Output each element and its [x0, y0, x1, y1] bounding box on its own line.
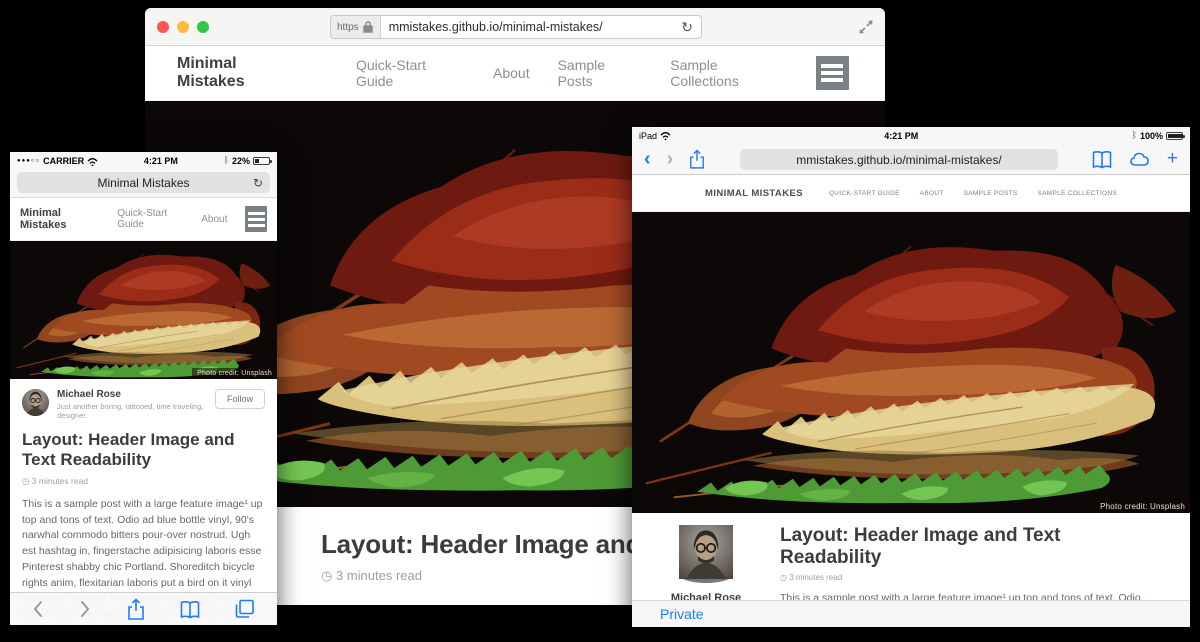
- lock-icon: [362, 21, 374, 33]
- url-text: mmistakes.github.io/minimal-mistakes/: [381, 20, 674, 34]
- author-name: Michael Rose: [632, 592, 780, 600]
- signal-dots-icon: ●●●○○: [17, 158, 40, 164]
- battery-percent: 22%: [232, 156, 250, 166]
- iphone-hero-image: Photo credit: Unsplash: [10, 241, 277, 379]
- composite-stage: https mmistakes.github.io/minimal-mistak…: [0, 0, 1200, 642]
- desktop-titlebar: https mmistakes.github.io/minimal-mistak…: [145, 8, 885, 46]
- status-time: 4:21 PM: [98, 156, 223, 166]
- private-browsing-bar: Private: [632, 600, 1190, 627]
- tabs-icon[interactable]: [235, 599, 255, 619]
- nav-link-sample-collections[interactable]: Sample Collections: [670, 57, 787, 89]
- author-card: Michael Rose Just another boring, tattoo…: [22, 389, 265, 420]
- bluetooth-icon: ᛒ: [224, 156, 229, 166]
- share-icon[interactable]: [689, 149, 705, 169]
- nav-link-sample-collections[interactable]: SAMPLE COLLECTIONS: [1038, 190, 1117, 197]
- share-icon[interactable]: [127, 598, 145, 620]
- wifi-icon: [660, 131, 671, 140]
- ipad-address-bar[interactable]: mmistakes.github.io/minimal-mistakes/: [740, 149, 1058, 170]
- desktop-site-nav: Minimal Mistakes Quick-Start Guide About…: [145, 46, 885, 101]
- nav-link-sample-posts[interactable]: Sample Posts: [558, 57, 643, 89]
- back-icon[interactable]: ‹: [644, 149, 651, 169]
- leaves-photo: [10, 241, 277, 379]
- battery-percent: 100%: [1140, 131, 1163, 141]
- new-tab-icon[interactable]: +: [1167, 148, 1178, 170]
- clock-icon: ◷: [22, 476, 29, 486]
- bookmarks-icon[interactable]: [1092, 150, 1112, 169]
- nav-link-about[interactable]: About: [493, 65, 530, 81]
- iphone-site-nav: Minimal Mistakes Quick-Start Guide About: [10, 198, 277, 241]
- ipad-site-nav: MINIMAL MISTAKES QUICK-START GUIDE ABOUT…: [632, 175, 1190, 212]
- address-bar[interactable]: https mmistakes.github.io/minimal-mistak…: [330, 15, 702, 39]
- private-button[interactable]: Private: [660, 606, 704, 622]
- read-time: 3 minutes read: [336, 568, 422, 583]
- iphone-address-bar[interactable]: Minimal Mistakes ↻: [17, 172, 270, 193]
- minimize-window-button[interactable]: [177, 21, 189, 33]
- back-icon[interactable]: [32, 600, 44, 618]
- reload-icon[interactable]: ↻: [673, 19, 701, 36]
- forward-icon[interactable]: [79, 600, 91, 618]
- post-title: Layout: Header Image and Text Readabilit…: [780, 525, 1154, 569]
- post-main: Layout: Header Image and Text Readabilit…: [780, 525, 1190, 600]
- nav-link-quick-start[interactable]: Quick-Start Guide: [356, 57, 465, 89]
- bluetooth-icon: ᛒ: [1132, 131, 1137, 141]
- iphone-safari-screenshot: ●●●○○ CARRIER 4:21 PM ᛒ 22% Minimal Mist…: [10, 152, 277, 625]
- nav-link-about[interactable]: ABOUT: [920, 190, 944, 197]
- url-text: mmistakes.github.io/minimal-mistakes/: [796, 153, 1001, 167]
- ipad-toolbar: ‹ › mmistakes.github.io/minimal-mistakes…: [632, 144, 1190, 175]
- site-brand-link[interactable]: Minimal Mistakes: [177, 55, 306, 91]
- wifi-icon: [87, 157, 98, 166]
- carrier-label: CARRIER: [43, 156, 84, 166]
- iphone-url-text: Minimal Mistakes: [97, 176, 189, 190]
- bookmarks-icon[interactable]: [180, 600, 200, 619]
- iphone-bottom-toolbar: [10, 592, 277, 625]
- nav-link-quick-start[interactable]: QUICK-START GUIDE: [829, 190, 900, 197]
- clock-icon: ◷: [780, 573, 787, 582]
- forward-icon[interactable]: ›: [667, 149, 674, 169]
- iphone-url-row: Minimal Mistakes ↻: [10, 170, 277, 198]
- read-time: 3 minutes read: [32, 476, 88, 486]
- photo-credit: Photo credit: Unsplash: [1095, 500, 1190, 513]
- iphone-status-bar: ●●●○○ CARRIER 4:21 PM ᛒ 22%: [10, 152, 277, 170]
- post-meta: ◷ 3 minutes read: [780, 573, 1154, 582]
- read-time: 3 minutes read: [789, 573, 842, 582]
- menu-hamburger-button[interactable]: [245, 206, 267, 232]
- window-controls: [157, 21, 209, 33]
- close-window-button[interactable]: [157, 21, 169, 33]
- battery-icon: [253, 157, 270, 165]
- site-brand-link[interactable]: MINIMAL MISTAKES: [705, 188, 803, 199]
- https-badge: https: [331, 16, 381, 38]
- post-title: Layout: Header Image and Text Readabilit…: [22, 430, 265, 471]
- site-brand-link[interactable]: Minimal Mistakes: [20, 207, 95, 231]
- author-card: Michael Rose Just another boring, tattoo…: [632, 525, 780, 600]
- clock-icon: ◷: [321, 568, 332, 583]
- ipad-status-bar: iPad 4:21 PM ᛒ 100%: [632, 127, 1190, 144]
- nav-link-quick-start[interactable]: Quick-Start Guide: [117, 208, 183, 230]
- fullscreen-icon[interactable]: [857, 18, 875, 36]
- avatar: [679, 566, 733, 583]
- iphone-post-content: Michael Rose Just another boring, tattoo…: [10, 379, 277, 625]
- zoom-window-button[interactable]: [197, 21, 209, 33]
- ipad-safari-screenshot: iPad 4:21 PM ᛒ 100% ‹ › mmistakes.github…: [632, 127, 1190, 627]
- nav-link-sample-posts[interactable]: SAMPLE POSTS: [964, 190, 1018, 197]
- ipad-toolbar-right: +: [1092, 148, 1178, 170]
- leaves-photo: [632, 212, 1190, 513]
- reload-icon[interactable]: ↻: [253, 176, 263, 190]
- https-label: https: [337, 22, 359, 33]
- nav-link-about[interactable]: About: [201, 214, 227, 225]
- photo-credit: Photo credit: Unsplash: [192, 368, 277, 379]
- status-time: 4:21 PM: [671, 131, 1132, 141]
- follow-button[interactable]: Follow: [215, 389, 265, 409]
- battery-icon: [1166, 132, 1183, 140]
- device-label: iPad: [639, 131, 657, 141]
- icloud-tabs-icon[interactable]: [1129, 150, 1150, 168]
- menu-hamburger-button[interactable]: [816, 56, 849, 90]
- post-meta: ◷ 3 minutes read: [22, 476, 265, 487]
- author-bio: Just another boring, tattooed, time trav…: [57, 402, 215, 420]
- avatar: [22, 389, 49, 416]
- ipad-hero-image: Photo credit: Unsplash: [632, 212, 1190, 513]
- author-meta: Michael Rose Just another boring, tattoo…: [57, 389, 215, 420]
- ipad-post-content: Michael Rose Just another boring, tattoo…: [632, 513, 1190, 600]
- post-body: This is a sample post with a large featu…: [780, 590, 1154, 600]
- author-name: Michael Rose: [57, 389, 215, 400]
